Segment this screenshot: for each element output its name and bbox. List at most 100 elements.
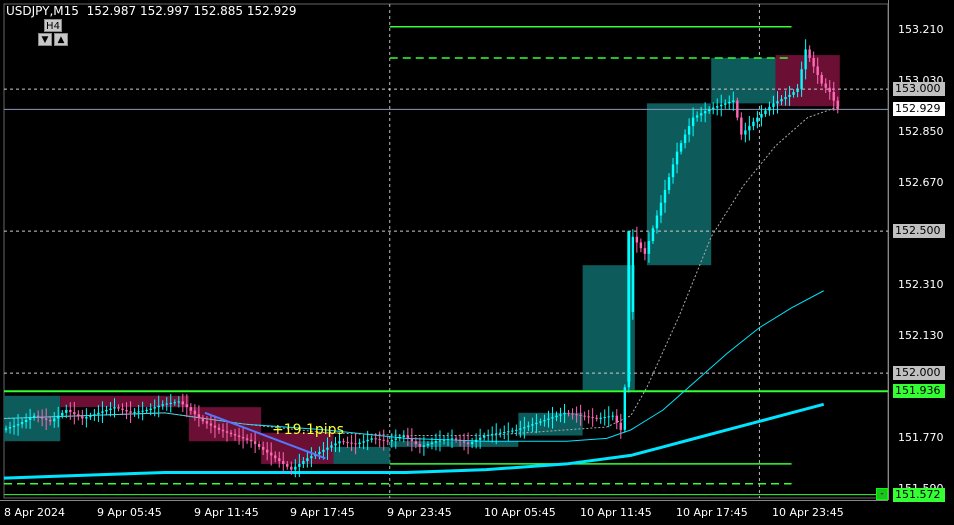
candle-body [667,177,671,190]
candle-body [768,106,771,111]
candle-body [442,439,446,441]
candle-body [571,413,574,415]
price-label-current: 152.929 [893,102,945,117]
candle-body [611,415,614,417]
candle-body [346,441,349,443]
candle-body [193,410,197,415]
candle-body [73,412,76,415]
ohlc-values: 152.987 152.997 152.885 152.929 [86,4,297,18]
candle-body [49,419,52,422]
candle-body [816,66,819,75]
candle-body [253,441,257,445]
candle-body [587,416,590,418]
candle-body [543,419,546,422]
candle-body [579,414,582,416]
candle-body [342,441,345,443]
candle-body [595,417,598,419]
candle-body [491,434,494,436]
candle-body [591,417,594,419]
candle-body [229,432,233,435]
candle-body [358,442,361,445]
candle-body [362,441,365,443]
price-chart[interactable]: USDJPY,M15 152.987 152.997 152.885 152.9… [0,0,954,525]
candle-body [109,408,112,410]
candle-body [125,409,128,412]
candle-body [551,417,554,419]
candle-body [422,445,426,447]
candle-body [651,228,655,242]
x-tick-label: 10 Apr 05:45 [484,506,556,519]
candle-body [61,412,64,416]
candle-body [675,151,679,165]
candle-body [36,415,40,418]
candle-body [129,411,132,413]
candle-body [478,437,482,440]
candle-body [410,438,414,442]
candle-body [221,429,225,432]
candle-body [69,409,72,413]
candle-body [93,414,96,416]
range-box-5 [333,446,390,464]
candle-body [438,440,442,442]
candle-body [149,408,152,410]
candle-body [679,143,683,152]
candle-body [495,433,498,435]
candle-body [278,458,281,462]
chart-header: USDJPY,M15 152.987 152.997 152.885 152.9… [6,4,297,18]
candle-body [302,461,305,464]
candle-body [57,415,60,419]
candle-body [515,429,518,431]
candle-body [197,414,201,418]
candle-body [185,404,189,408]
candle-body [265,449,269,453]
candle-body [261,446,265,450]
candle-body [354,443,357,445]
x-tick-label: 9 Apr 11:45 [194,506,259,519]
candle-body [85,417,88,419]
candle-body [691,117,695,127]
candle-body [28,417,32,420]
candle-body [450,438,454,440]
candle-body [4,428,8,430]
candle-body [535,422,538,425]
candle-body [44,418,48,420]
candle-body [338,441,341,444]
candle-body [418,444,422,447]
candle-body [707,109,711,112]
candle-body [446,439,450,441]
candle-body [249,439,253,442]
timeframe-up-button[interactable]: ▲ [54,33,68,46]
candle-body [756,117,759,122]
candle-body [153,407,156,409]
candle-body [788,94,791,97]
candle-body [32,415,36,418]
candle-body [728,101,731,104]
candle-body [559,414,562,416]
y-tick-label: 153.210 [898,22,944,36]
candle-body [623,387,627,430]
candle-body [77,414,80,417]
candle-body [157,405,160,408]
x-tick-label: 8 Apr 2024 [4,506,66,519]
candle-body [350,442,353,444]
candle-body [382,439,385,441]
candle-body [567,412,570,414]
candle-body [426,444,430,446]
candle-body [695,115,699,118]
candle-body [527,425,530,428]
candle-body [659,202,663,216]
candle-body [824,83,827,88]
candle-body [523,427,526,429]
candle-body [724,103,727,105]
candle-body [639,242,643,249]
candle-body [796,89,799,93]
minimize-button[interactable]: - [876,488,888,500]
candle-body [643,248,647,254]
candle-body [434,441,438,443]
candle-body [482,435,486,438]
candle-body [282,461,285,464]
x-tick-label: 9 Apr 17:45 [290,506,355,519]
candle-body [655,215,659,229]
candle-body [225,431,229,433]
timeframe-down-button[interactable]: ▼ [38,33,52,46]
